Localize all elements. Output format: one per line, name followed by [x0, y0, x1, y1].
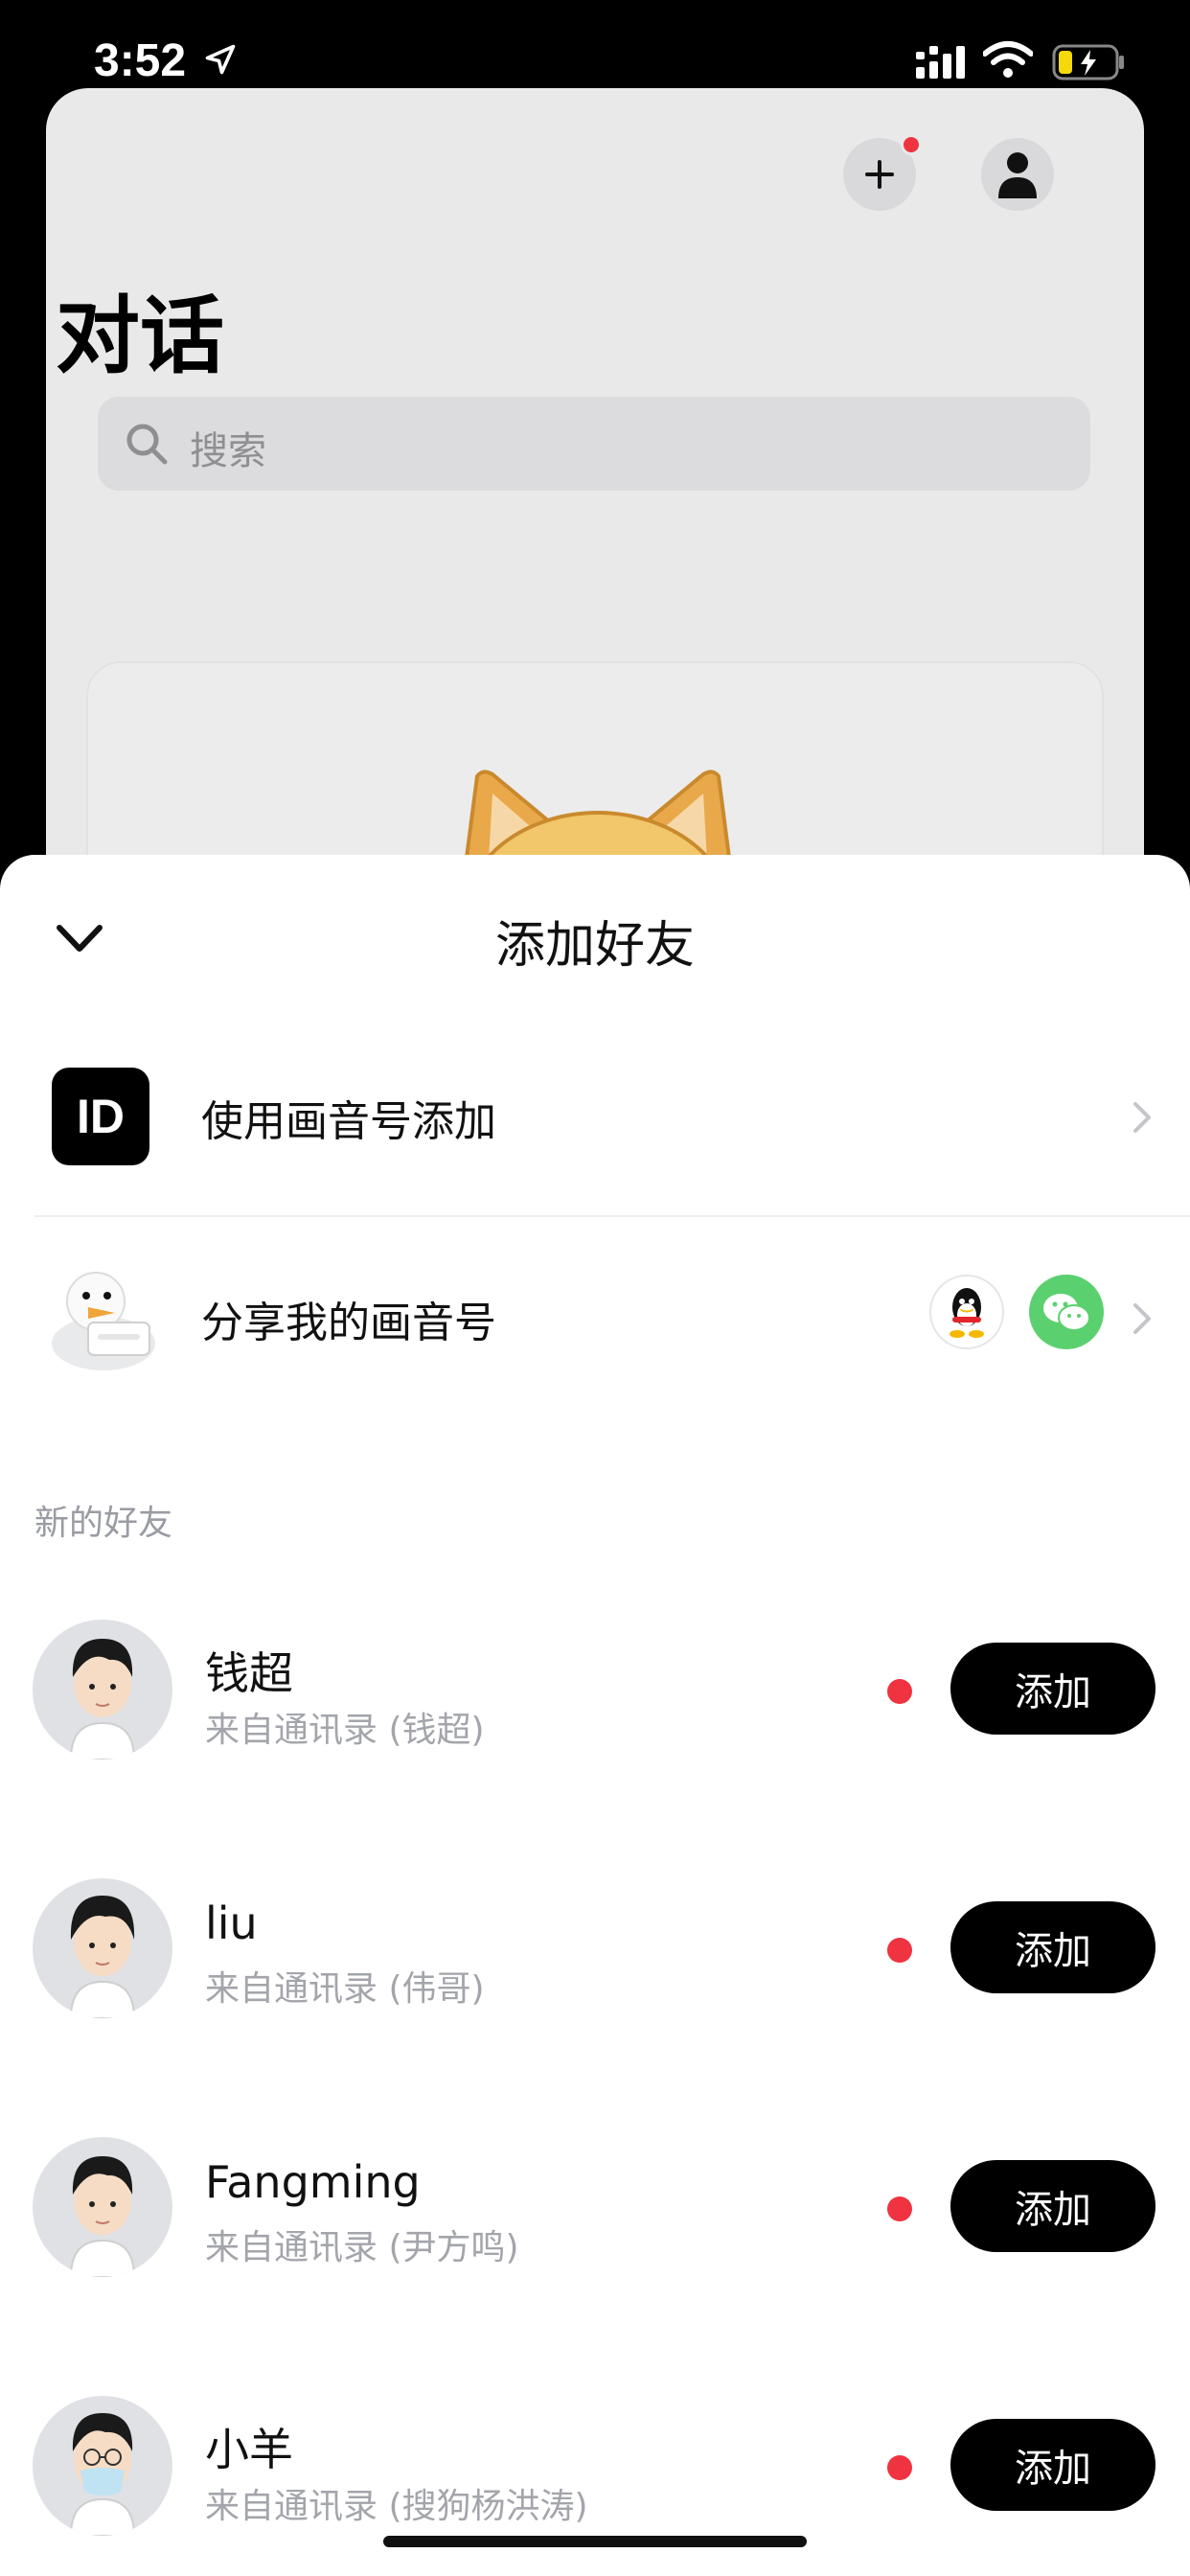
home-indicator	[383, 2536, 807, 2547]
friend-name: Fangming	[205, 2156, 421, 2208]
chevron-right-icon	[1133, 1102, 1151, 1133]
section-label-new-friends: 新的好友	[34, 1504, 173, 1543]
divider	[34, 1215, 1190, 1217]
avatar	[33, 1620, 172, 1760]
friend-source: 来自通讯录 (伟哥)	[205, 1969, 485, 2009]
search-placeholder: 搜索	[190, 429, 266, 473]
duck-mascot-icon	[52, 1272, 155, 1370]
friend-row: 钱超 来自通讯录 (钱超) 添加	[0, 1620, 1190, 1792]
friend-name: 小羊	[205, 2424, 293, 2475]
add-friend-sheet: 添加好友 ID 使用画音号添加 分享我的画音号 新的好友 钱超 来自通讯录 (钱…	[0, 855, 1190, 2576]
add-friend-button[interactable]: 添加	[950, 2160, 1156, 2252]
status-time: 3:52	[94, 35, 187, 86]
avatar	[33, 2137, 172, 2277]
friend-name: liu	[205, 1898, 258, 1949]
sheet-title: 添加好友	[494, 917, 695, 975]
friend-source: 来自通讯录 (尹方鸣)	[205, 2228, 519, 2267]
friend-source: 来自通讯录 (搜狗杨洪涛)	[205, 2487, 588, 2526]
add-by-id-row[interactable]: ID 使用画音号添加	[0, 1018, 1190, 1215]
search-icon	[126, 424, 168, 465]
share-id-label: 分享我的画音号	[201, 1299, 496, 1347]
notification-dot	[901, 134, 922, 155]
add-by-id-label: 使用画音号添加	[201, 1097, 496, 1146]
location-arrow-icon	[205, 44, 236, 75]
status-bar: 3:52	[0, 0, 1190, 88]
friend-row: liu 来自通讯录 (伟哥) 添加	[0, 1878, 1190, 2051]
page-title: 对话	[56, 287, 225, 385]
chevron-right-icon	[1133, 1303, 1151, 1334]
friend-source: 来自通讯录 (钱超)	[205, 1711, 485, 1750]
wechat-icon[interactable]	[1029, 1275, 1104, 1349]
share-id-row[interactable]: 分享我的画音号	[0, 1219, 1190, 1416]
unread-dot	[887, 1679, 912, 1704]
add-friend-button[interactable]: 添加	[950, 1901, 1156, 1993]
unread-dot	[887, 2455, 912, 2480]
user-icon	[998, 152, 1037, 198]
sheet-header: 添加好友	[0, 855, 1190, 1018]
signal-icon	[916, 46, 965, 79]
avatar	[33, 1878, 172, 2018]
unread-dot	[887, 2196, 912, 2221]
friend-row: Fangming 来自通讯录 (尹方鸣) 添加	[0, 2137, 1190, 2310]
id-badge-icon: ID	[52, 1068, 149, 1165]
add-friend-button[interactable]: 添加	[950, 1643, 1156, 1735]
search-input[interactable]: 搜索	[98, 397, 1090, 491]
add-friend-button[interactable]: 添加	[950, 2419, 1156, 2511]
friend-name: 钱超	[205, 1647, 293, 1699]
wifi-icon	[983, 41, 1033, 78]
qq-icon[interactable]	[929, 1275, 1004, 1349]
battery-icon	[1052, 44, 1124, 80]
profile-button[interactable]	[981, 138, 1054, 211]
unread-dot	[887, 1938, 912, 1963]
avatar	[33, 2396, 172, 2536]
plus-icon	[865, 160, 894, 189]
